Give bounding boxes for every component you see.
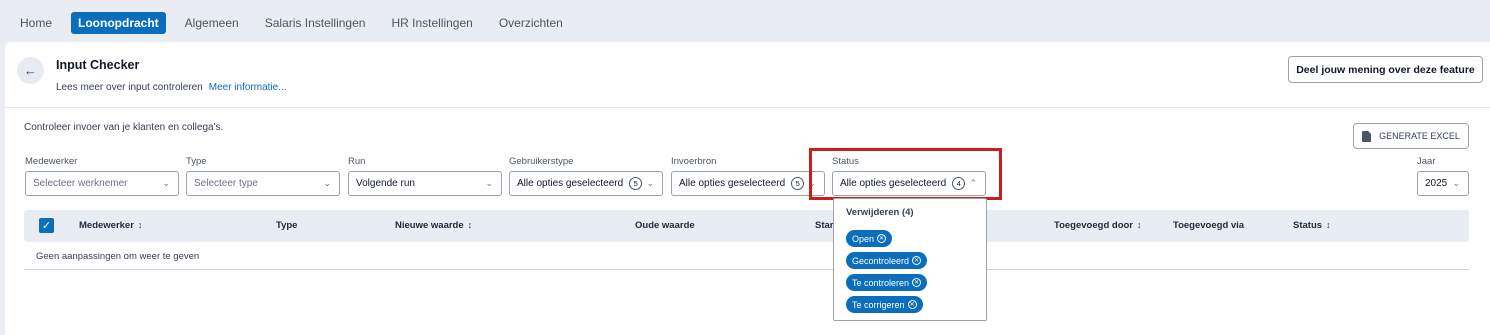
status-chip-gecontroleerd[interactable]: Gecontroleerd ✕	[846, 252, 928, 269]
filter-label: Invoerbron	[671, 156, 717, 167]
close-circle-icon[interactable]: ✕	[912, 256, 922, 265]
column-header-toegevoegd-via: Toegevoegd via	[1173, 220, 1244, 231]
select-all-checkbox[interactable]: ✓	[39, 218, 54, 233]
column-header-oude-waarde: Oude waarde	[635, 220, 695, 231]
column-label: Nieuwe waarde	[395, 220, 464, 231]
status-chip-te-controleren[interactable]: Te controleren ✕	[846, 274, 928, 291]
select-value: Alle opties geselecteerd	[679, 178, 786, 189]
generate-excel-button[interactable]: GENERATE EXCEL	[1353, 123, 1469, 149]
nav-tab-hr-instellingen[interactable]: HR Instellingen	[384, 12, 479, 34]
status-dropdown-menu: Verwijderen (4) Open ✕ Gecontroleerd ✕ Te …	[833, 198, 987, 321]
page-header: ← Input Checker Lees meer over input con…	[5, 42, 1490, 108]
nav-tab-algemeen[interactable]: Algemeen	[178, 12, 246, 34]
nav-tab-overzichten[interactable]: Overzichten	[492, 12, 570, 34]
top-navigation: Home Loonopdracht Algemeen Salaris Inste…	[0, 0, 1490, 46]
invoerbron-select[interactable]: Alle opties geselecteerd 5 ⌄	[671, 171, 825, 196]
page-subtitle: Lees meer over input controleren Meer inf…	[56, 82, 287, 93]
filter-label: Jaar	[1417, 156, 1436, 167]
chevron-down-icon: ⌄	[323, 178, 331, 188]
feedback-button[interactable]: Deel jouw mening over deze feature	[1288, 56, 1483, 83]
close-circle-icon[interactable]: ✕	[877, 234, 887, 243]
filter-label: Gebruikerstype	[509, 156, 574, 167]
empty-state-text: Geen aanpassingen om weer te geven	[36, 251, 200, 262]
column-header-toegevoegd-door[interactable]: Toegevoegd door ↕	[1054, 220, 1142, 231]
table-header: ✓ Medewerker ↕ Type Nieuwe waarde ↕ Oude w…	[24, 210, 1469, 242]
column-label: Medewerker	[79, 220, 134, 231]
filter-label: Medewerker	[25, 156, 78, 167]
main-card: ← Input Checker Lees meer over input con…	[5, 42, 1490, 335]
medewerker-select[interactable]: Selecteer werknemer ⌄	[25, 171, 179, 196]
column-header-status-partial: Star	[815, 220, 833, 231]
page-title: Input Checker	[56, 58, 140, 72]
chevron-down-icon: ⌄	[162, 178, 170, 188]
status-chip-te-corrigeren[interactable]: Te corrigeren ✕	[846, 296, 923, 313]
filter-jaar: Jaar 2025 ⌄	[1417, 156, 1469, 196]
status-chip-open[interactable]: Open ✕	[846, 230, 893, 247]
column-label: Toegevoegd via	[1173, 220, 1245, 231]
more-info-link[interactable]: Meer informatie...	[209, 82, 287, 93]
column-header-medewerker[interactable]: Medewerker ↕	[79, 220, 142, 231]
chip-label: Te controleren	[852, 277, 910, 288]
intro-text: Controleer invoer van je klanten en coll…	[24, 122, 224, 133]
filter-medewerker: Medewerker Selecteer werknemer ⌄	[25, 156, 179, 196]
chip-label: Open	[852, 233, 875, 244]
filter-invoerbron: Invoerbron Alle opties geselecteerd 5 ⌄	[671, 156, 825, 196]
column-label: Status	[1293, 220, 1323, 231]
back-button[interactable]: ←	[17, 57, 44, 84]
selected-count-badge: 5	[629, 177, 643, 190]
chip-label: Te corrigeren	[852, 299, 905, 310]
check-icon: ✓	[41, 220, 52, 232]
remove-all-option[interactable]: Verwijderen (4)	[846, 207, 914, 218]
column-label: Oude waarde	[635, 220, 695, 231]
close-circle-icon[interactable]: ✕	[907, 300, 917, 309]
selected-count-badge: 5	[791, 177, 805, 190]
select-placeholder: Selecteer type	[194, 178, 258, 189]
nav-tab-loonopdracht[interactable]: Loonopdracht	[71, 12, 166, 34]
select-value: 2025	[1425, 178, 1448, 189]
type-select[interactable]: Selecteer type ⌄	[186, 171, 340, 196]
column-header-type: Type	[276, 220, 297, 231]
gebruikerstype-select[interactable]: Alle opties geselecteerd 5 ⌄	[509, 171, 663, 196]
select-value: Volgende run	[356, 178, 415, 189]
sort-icon: ↕	[1326, 220, 1331, 230]
column-header-status[interactable]: Status ↕	[1293, 220, 1331, 231]
select-placeholder: Selecteer werknemer	[33, 178, 128, 189]
chevron-down-icon: ⌄	[646, 178, 654, 188]
chip-label: Gecontroleerd	[852, 255, 910, 266]
filter-gebruikerstype: Gebruikerstype Alle opties geselecteerd …	[509, 156, 663, 196]
nav-tab-home[interactable]: Home	[13, 12, 59, 34]
filter-type: Type Selecteer type ⌄	[186, 156, 340, 196]
table-empty-row: Geen aanpassingen om weer te geven	[24, 242, 1469, 270]
sort-icon: ↕	[1137, 220, 1142, 230]
subtitle-text: Lees meer over input controleren	[56, 82, 203, 93]
sort-icon: ↕	[467, 220, 473, 230]
generate-excel-label: GENERATE EXCEL	[1379, 131, 1460, 141]
column-label: Type	[276, 220, 298, 231]
column-label: Toegevoegd door	[1054, 220, 1133, 231]
column-label: Star	[815, 220, 834, 231]
nav-tab-salaris-instellingen[interactable]: Salaris Instellingen	[258, 12, 373, 34]
select-value: Alle opties geselecteerd	[517, 178, 624, 189]
close-circle-icon[interactable]: ✕	[912, 278, 922, 287]
arrow-left-icon: ←	[24, 63, 37, 78]
filter-label: Run	[348, 156, 366, 167]
chevron-down-icon: ⌄	[1452, 178, 1460, 188]
chevron-down-icon: ⌄	[485, 178, 493, 188]
filter-run: Run Volgende run ⌄	[348, 156, 502, 196]
jaar-select[interactable]: 2025 ⌄	[1417, 171, 1469, 196]
file-excel-icon	[1362, 130, 1372, 142]
filter-label: Type	[186, 156, 207, 167]
status-highlight-box	[809, 148, 1002, 200]
run-select[interactable]: Volgende run ⌄	[348, 171, 502, 196]
sort-icon: ↕	[137, 220, 143, 230]
column-header-nieuwe-waarde[interactable]: Nieuwe waarde ↕	[395, 220, 472, 231]
